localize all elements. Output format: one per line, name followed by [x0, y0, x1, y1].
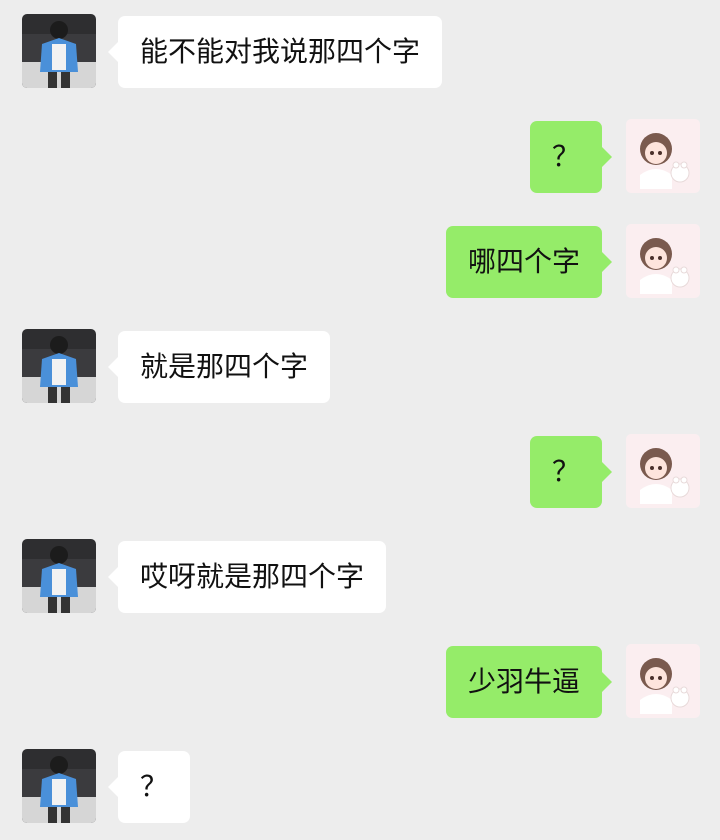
message-bubble[interactable]: 能不能对我说那四个字	[107, 16, 443, 88]
message-row-incoming: 哎呀就是那四个字	[0, 539, 720, 615]
message-row-outgoing: 哪四个字	[0, 224, 720, 300]
message-row-incoming: ？	[0, 749, 720, 825]
message-bubble[interactable]: ？	[107, 751, 191, 823]
message-bubble[interactable]: 就是那四个字	[107, 331, 331, 403]
contact-avatar-icon[interactable]	[22, 749, 96, 823]
contact-avatar-icon[interactable]	[22, 539, 96, 613]
chat-area: 能不能对我说那四个字 ？ 哪四个字 就是那四个字 ？ 哎呀就是那四个字 少羽牛逼…	[0, 0, 720, 840]
message-bubble[interactable]: 哎呀就是那四个字	[107, 541, 387, 613]
my-avatar-icon[interactable]	[626, 119, 700, 193]
message-row-outgoing: ？	[0, 434, 720, 510]
message-bubble[interactable]: ？	[529, 436, 613, 508]
message-row-incoming: 就是那四个字	[0, 329, 720, 405]
message-row-outgoing: 少羽牛逼	[0, 644, 720, 720]
my-avatar-icon[interactable]	[626, 644, 700, 718]
contact-avatar-icon[interactable]	[22, 14, 96, 88]
message-row-incoming: 能不能对我说那四个字	[0, 14, 720, 90]
message-row-outgoing: ？	[0, 119, 720, 195]
my-avatar-icon[interactable]	[626, 224, 700, 298]
message-bubble[interactable]: 少羽牛逼	[445, 646, 613, 718]
message-bubble[interactable]: ？	[529, 121, 613, 193]
message-bubble[interactable]: 哪四个字	[445, 226, 613, 298]
my-avatar-icon[interactable]	[626, 434, 700, 508]
contact-avatar-icon[interactable]	[22, 329, 96, 403]
